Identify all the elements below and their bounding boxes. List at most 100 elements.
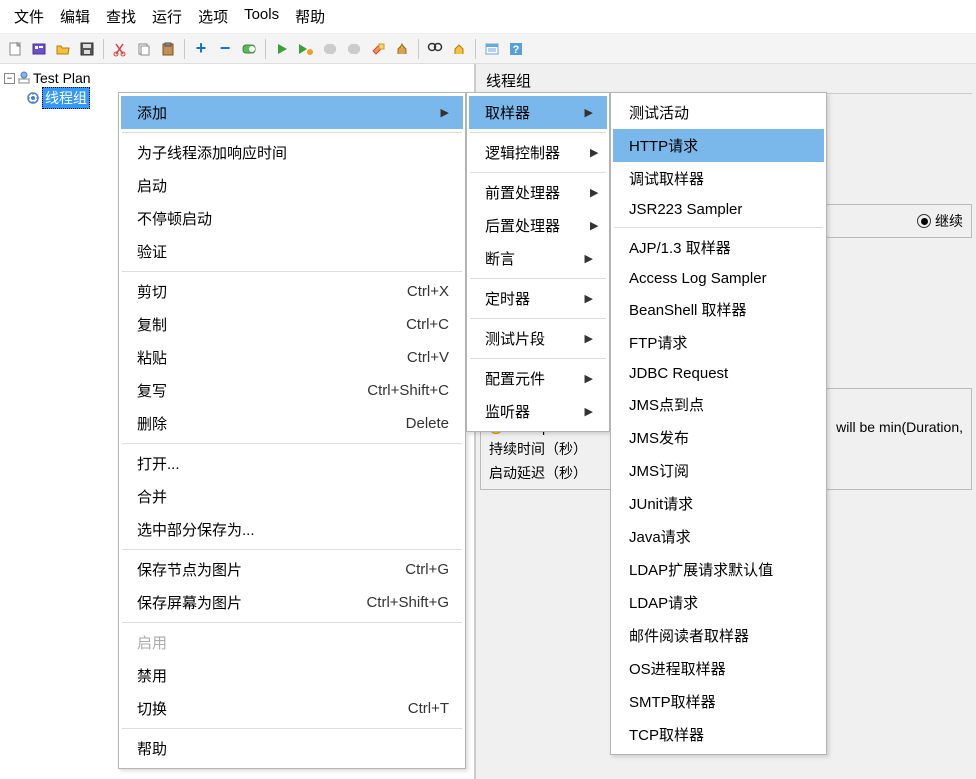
- menubar-item-4[interactable]: 选项: [192, 4, 234, 29]
- sampler-item-17[interactable]: 邮件阅读者取样器: [613, 619, 824, 652]
- menu-item-shortcut: Ctrl+Shift+G: [366, 594, 449, 611]
- add-item-6[interactable]: 断言▶: [469, 242, 607, 275]
- toggle-icon[interactable]: [238, 38, 260, 60]
- context-item-24[interactable]: 帮助: [121, 732, 463, 765]
- context-item-10[interactable]: 复写Ctrl+Shift+C: [121, 374, 463, 407]
- start-icon[interactable]: [271, 38, 293, 60]
- context-item-9[interactable]: 粘贴Ctrl+V: [121, 341, 463, 374]
- menu-divider: [122, 443, 462, 444]
- sampler-item-7[interactable]: BeanShell 取样器: [613, 293, 824, 326]
- sampler-item-11[interactable]: JMS发布: [613, 421, 824, 454]
- context-menu[interactable]: 添加▶ 为子线程添加响应时间启动不停顿启动验证剪切Ctrl+X复制Ctrl+C粘贴…: [118, 92, 466, 769]
- save-icon[interactable]: [76, 38, 98, 60]
- context-item-3[interactable]: 启动: [121, 169, 463, 202]
- shutdown-icon[interactable]: [343, 38, 365, 60]
- stop-icon[interactable]: [319, 38, 341, 60]
- startup-delay-label: 启动延迟（秒）: [489, 465, 587, 481]
- menubar: 文件编辑查找运行选项Tools帮助: [0, 0, 976, 34]
- sampler-item-20[interactable]: TCP取样器: [613, 718, 824, 751]
- context-item-21[interactable]: 禁用: [121, 659, 463, 692]
- tree-child-label[interactable]: 线程组: [42, 87, 90, 109]
- context-item-13[interactable]: 打开...: [121, 447, 463, 480]
- sampler-item-3[interactable]: JSR223 Sampler: [613, 195, 824, 224]
- add-item-8[interactable]: 定时器▶: [469, 282, 607, 315]
- collapse-icon[interactable]: −: [214, 38, 236, 60]
- tree-root-row[interactable]: − Test Plan: [4, 68, 474, 88]
- clear-icon[interactable]: [367, 38, 389, 60]
- menubar-item-1[interactable]: 编辑: [54, 4, 96, 29]
- help-icon[interactable]: ?: [505, 38, 527, 60]
- context-item-7[interactable]: 剪切Ctrl+X: [121, 275, 463, 308]
- menu-item-label: 禁用: [137, 665, 167, 686]
- tree-root-label[interactable]: Test Plan: [33, 70, 91, 86]
- menu-item-label: 切换: [137, 698, 167, 719]
- sampler-item-2[interactable]: 调试取样器: [613, 162, 824, 195]
- add-item-4[interactable]: 前置处理器▶: [469, 176, 607, 209]
- sampler-item-19[interactable]: SMTP取样器: [613, 685, 824, 718]
- context-item-18[interactable]: 保存屏幕为图片Ctrl+Shift+G: [121, 586, 463, 619]
- menu-item-shortcut: Ctrl+Shift+C: [367, 382, 449, 399]
- add-item-0[interactable]: 取样器▶: [469, 96, 607, 129]
- threadgroup-icon: [26, 91, 40, 105]
- sampler-item-12[interactable]: JMS订阅: [613, 454, 824, 487]
- context-item-11[interactable]: 删除Delete: [121, 407, 463, 440]
- context-item-4[interactable]: 不停顿启动: [121, 202, 463, 235]
- sampler-item-6[interactable]: Access Log Sampler: [613, 264, 824, 293]
- expand-icon[interactable]: +: [190, 38, 212, 60]
- open-icon[interactable]: [52, 38, 74, 60]
- menubar-item-6[interactable]: 帮助: [289, 4, 331, 29]
- add-item-5[interactable]: 后置处理器▶: [469, 209, 607, 242]
- tree-collapse-icon[interactable]: −: [4, 73, 15, 84]
- context-item-5[interactable]: 验证: [121, 235, 463, 268]
- add-submenu[interactable]: 取样器▶逻辑控制器▶前置处理器▶后置处理器▶断言▶定时器▶测试片段▶配置元件▶监…: [466, 92, 610, 432]
- templates-icon[interactable]: [28, 38, 50, 60]
- duration-label: 持续时间（秒）: [489, 441, 587, 457]
- submenu-arrow-icon: ▶: [590, 186, 598, 199]
- menu-item-label: 启用: [137, 632, 167, 653]
- sampler-item-8[interactable]: FTP请求: [613, 326, 824, 359]
- add-item-12[interactable]: 配置元件▶: [469, 362, 607, 395]
- context-item-8[interactable]: 复制Ctrl+C: [121, 308, 463, 341]
- add-item-2[interactable]: 逻辑控制器▶: [469, 136, 607, 169]
- menu-divider: [122, 132, 462, 133]
- cut-icon[interactable]: [109, 38, 131, 60]
- add-item-13[interactable]: 监听器▶: [469, 395, 607, 428]
- search-icon[interactable]: [424, 38, 446, 60]
- menu-item-label: 帮助: [137, 738, 167, 759]
- sampler-item-16[interactable]: LDAP请求: [613, 586, 824, 619]
- add-item-10[interactable]: 测试片段▶: [469, 322, 607, 355]
- clear-all-icon[interactable]: [391, 38, 413, 60]
- menubar-item-0[interactable]: 文件: [8, 4, 50, 29]
- context-item-15[interactable]: 选中部分保存为...: [121, 513, 463, 546]
- sampler-submenu[interactable]: 测试活动HTTP请求调试取样器JSR223 Sampler AJP/1.3 取样器…: [610, 92, 827, 755]
- menu-item-shortcut: Ctrl+G: [405, 561, 449, 578]
- function-helper-icon[interactable]: [481, 38, 503, 60]
- submenu-arrow-icon: ▶: [585, 405, 593, 418]
- sampler-item-14[interactable]: Java请求: [613, 520, 824, 553]
- copy-icon[interactable]: [133, 38, 155, 60]
- menu-item-label: 断言: [485, 248, 515, 269]
- sampler-item-15[interactable]: LDAP扩展请求默认值: [613, 553, 824, 586]
- separator: [418, 39, 419, 59]
- menubar-item-2[interactable]: 查找: [100, 4, 142, 29]
- loop-warning-b: will be min(Duration,: [836, 419, 963, 435]
- paste-icon[interactable]: [157, 38, 179, 60]
- sampler-item-13[interactable]: JUnit请求: [613, 487, 824, 520]
- sampler-item-0[interactable]: 测试活动: [613, 96, 824, 129]
- sampler-item-5[interactable]: AJP/1.3 取样器: [613, 231, 824, 264]
- context-item-0[interactable]: 添加▶: [121, 96, 463, 129]
- start-no-pause-icon[interactable]: [295, 38, 317, 60]
- menubar-item-5[interactable]: Tools: [238, 4, 285, 29]
- new-file-icon[interactable]: [4, 38, 26, 60]
- sampler-item-1[interactable]: HTTP请求: [613, 129, 824, 162]
- sampler-item-18[interactable]: OS进程取样器: [613, 652, 824, 685]
- reset-search-icon[interactable]: [448, 38, 470, 60]
- context-item-14[interactable]: 合并: [121, 480, 463, 513]
- context-item-17[interactable]: 保存节点为图片Ctrl+G: [121, 553, 463, 586]
- menubar-item-3[interactable]: 运行: [146, 4, 188, 29]
- context-item-2[interactable]: 为子线程添加响应时间: [121, 136, 463, 169]
- sampler-item-10[interactable]: JMS点到点: [613, 388, 824, 421]
- context-item-22[interactable]: 切换Ctrl+T: [121, 692, 463, 725]
- menu-item-label: JMS发布: [629, 427, 689, 448]
- sampler-item-9[interactable]: JDBC Request: [613, 359, 824, 388]
